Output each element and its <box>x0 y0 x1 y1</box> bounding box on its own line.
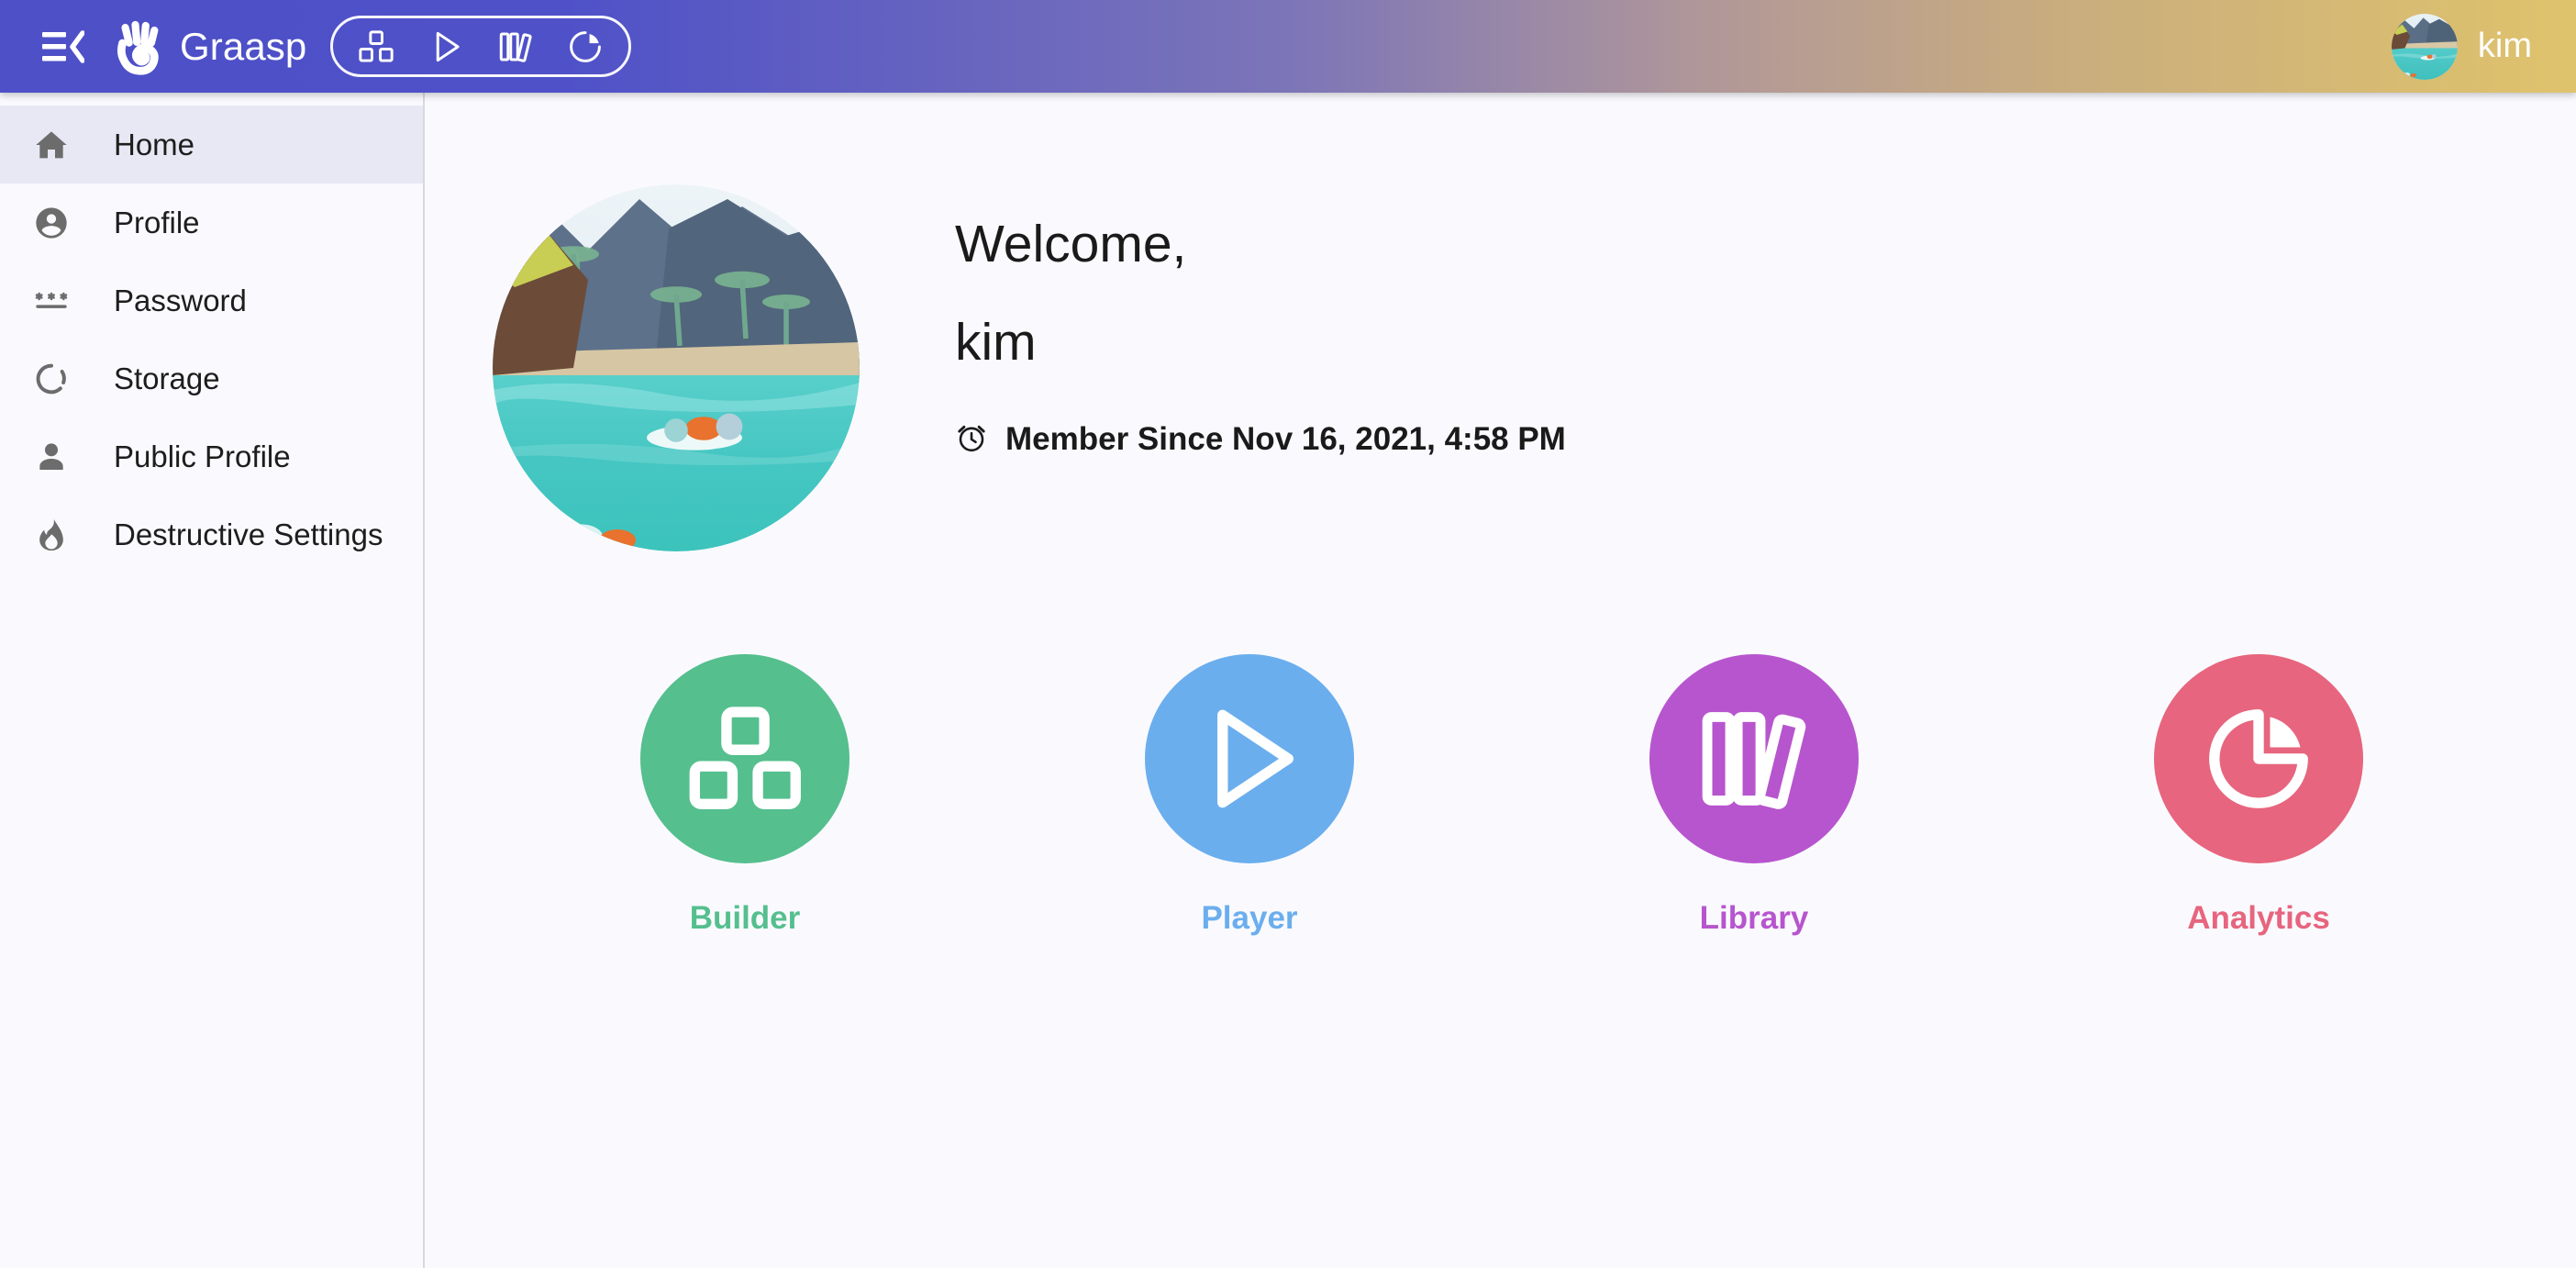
sidebar: Home Profile Password Storage Public Pro… <box>0 93 425 1268</box>
tile-builder[interactable]: Builder <box>493 654 997 937</box>
member-since: Member Since Nov 16, 2021, 4:58 PM <box>955 421 1566 459</box>
app-root: Graasp kim Home Profile Password Storage… <box>0 0 2576 1268</box>
person-icon <box>17 439 86 475</box>
flame-icon <box>17 517 86 553</box>
tile-player[interactable]: Player <box>997 654 1502 937</box>
alarm-clock-icon <box>955 421 988 459</box>
tile-label: Library <box>1699 900 1809 936</box>
switcher-builder-blocks-icon[interactable] <box>355 26 397 68</box>
storage-donut-icon <box>17 361 86 397</box>
sidebar-item-destructive-settings[interactable]: Destructive Settings <box>0 495 423 573</box>
tile-analytics[interactable]: Analytics <box>2006 654 2511 937</box>
welcome-section: Welcome, kim Member Since Nov 16, 2021, … <box>427 93 2576 551</box>
user-avatar-beach-image <box>2391 13 2458 80</box>
sidebar-item-label: Storage <box>114 361 220 395</box>
welcome-text-block: Welcome, kim Member Since Nov 16, 2021, … <box>955 184 1566 459</box>
sidebar-item-profile[interactable]: Profile <box>0 184 423 261</box>
profile-avatar-beach-image <box>493 184 860 551</box>
sidebar-item-home[interactable]: Home <box>0 106 423 184</box>
account-circle-icon <box>17 205 86 241</box>
welcome-username: kim <box>955 312 1037 372</box>
switcher-play-triangle-icon[interactable] <box>425 26 467 68</box>
switcher-pie-chart-icon[interactable] <box>564 26 606 68</box>
brand-name: Graasp <box>180 24 307 68</box>
sidebar-item-label: Public Profile <box>114 439 291 473</box>
sidebar-item-storage[interactable]: Storage <box>0 339 423 417</box>
home-icon <box>17 127 86 163</box>
header-username: kim <box>2477 27 2532 65</box>
member-since-label: Member Since Nov 16, 2021, 4:58 PM <box>1005 421 1566 458</box>
sidebar-item-label: Profile <box>114 205 200 239</box>
switcher-books-icon[interactable] <box>494 26 537 68</box>
app-switcher <box>330 16 632 77</box>
tile-label: Analytics <box>2187 900 2330 936</box>
password-asterisks-icon <box>17 283 86 319</box>
main-content: Welcome, kim Member Since Nov 16, 2021, … <box>427 93 2576 1268</box>
app-header: Graasp kim <box>0 0 2576 93</box>
builder-blocks-icon <box>640 654 849 863</box>
sidebar-item-password[interactable]: Password <box>0 261 423 339</box>
sidebar-item-public-profile[interactable]: Public Profile <box>0 417 423 495</box>
tile-label: Player <box>1201 900 1298 936</box>
tile-label: Builder <box>689 900 801 936</box>
graasp-hand-logo <box>110 18 167 75</box>
play-triangle-icon <box>1145 654 1354 863</box>
sidebar-item-label: Home <box>114 127 195 161</box>
books-icon <box>1649 654 1859 863</box>
sidebar-item-label: Destructive Settings <box>114 517 383 551</box>
user-menu[interactable]: kim <box>2391 13 2532 80</box>
menu-collapse-icon[interactable] <box>37 20 90 73</box>
sidebar-item-label: Password <box>114 283 247 317</box>
app-tiles: Builder Player Library Analytics <box>427 654 2576 937</box>
brand[interactable]: Graasp <box>110 18 306 75</box>
pie-chart-icon <box>2154 654 2363 863</box>
welcome-greeting: Welcome, <box>955 215 1187 273</box>
tile-library[interactable]: Library <box>1502 654 2006 937</box>
